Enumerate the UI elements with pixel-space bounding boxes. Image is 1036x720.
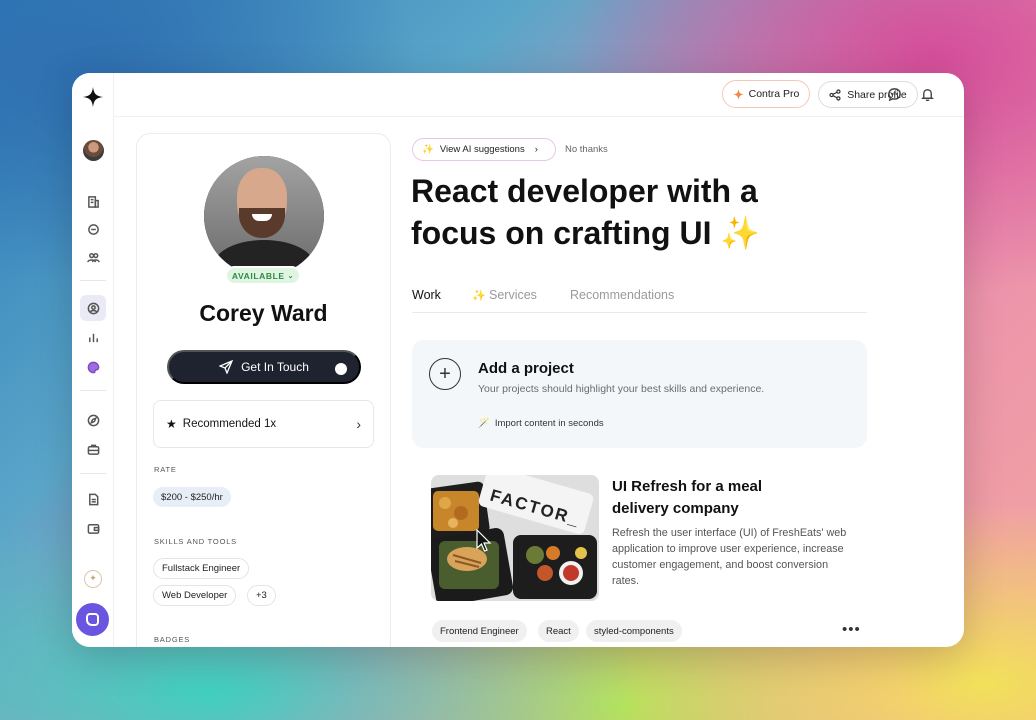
chat-circle-icon — [87, 223, 99, 235]
project-tag[interactable]: Frontend Engineer — [432, 620, 527, 642]
people-icon — [86, 252, 100, 262]
tab-work[interactable]: Work — [412, 288, 441, 302]
more-skills-pill[interactable]: +3 — [247, 585, 276, 606]
import-content-label: Import content in seconds — [494, 418, 604, 429]
sidebar-divider — [80, 390, 106, 391]
sparkles-icon: ✨ — [422, 144, 434, 155]
rate-heading: RATE — [154, 465, 177, 474]
project-thumbnail[interactable]: FACTOR_ — [431, 475, 599, 601]
sidebar-item-wallet[interactable] — [81, 516, 105, 540]
profile-name: Corey Ward — [199, 300, 328, 326]
contra-seal-icon: ✦ — [84, 570, 102, 588]
recommended-row[interactable]: ★ Recommended 1x › — [153, 400, 374, 448]
chat-icon — [887, 87, 901, 101]
more-options-icon[interactable]: ••• — [842, 621, 861, 638]
user-avatar[interactable] — [83, 140, 104, 161]
plus-icon[interactable]: + — [429, 358, 461, 390]
sidebar-divider — [80, 280, 106, 281]
profile-icon — [87, 302, 99, 314]
sidebar-item-profile[interactable] — [80, 295, 106, 321]
mouse-cursor-icon — [476, 529, 492, 552]
profile-card: AVAILABLE ⌄ Corey Ward Get In Touch ★ Re… — [136, 133, 391, 647]
tab-services[interactable]: Services — [489, 288, 537, 302]
rate-value: $200 - $250/hr — [153, 487, 231, 507]
wallet-icon — [87, 523, 99, 534]
availability-badge[interactable]: AVAILABLE ⌄ — [225, 266, 301, 285]
sidebar-item-community[interactable] — [81, 217, 105, 241]
meal-containers-image: FACTOR_ — [431, 475, 599, 601]
sidebar-item-discover[interactable] — [81, 408, 105, 432]
ai-suggestions-label: View AI suggestions — [439, 144, 525, 155]
bar-chart-icon — [88, 333, 98, 342]
sparkle-icon — [732, 88, 744, 100]
toggle-knob — [335, 363, 347, 375]
notifications-button[interactable] — [918, 85, 936, 103]
profile-headline: React developer with a focus on crafting… — [411, 173, 761, 251]
project-tag[interactable]: styled-components — [586, 620, 682, 642]
skill-pill[interactable]: Fullstack Engineer — [153, 558, 250, 579]
message-icon — [86, 613, 99, 626]
sidebar-item-companies[interactable] — [81, 189, 105, 213]
app-window: ✦ Contra Pro Share profile 9+ AVAIL — [72, 73, 964, 647]
top-bar: Contra Pro Share profile 9+ — [114, 73, 964, 117]
sidebar: ✦ — [72, 73, 114, 647]
chevron-right-icon: › — [534, 144, 538, 155]
project-title[interactable]: UI Refresh for a meal delivery company — [612, 476, 812, 520]
contra-logo-icon[interactable] — [83, 87, 103, 107]
contra-pro-label: Contra Pro — [748, 88, 800, 100]
bell-icon — [920, 88, 934, 101]
contra-pro-button[interactable]: Contra Pro — [722, 80, 810, 108]
badges-heading: BADGES — [154, 635, 191, 644]
profile-tabs: Work ✨ Services Recommendations — [412, 288, 867, 313]
share-icon — [829, 88, 841, 101]
skill-pill[interactable]: Web Developer — [153, 585, 237, 606]
palette-icon — [87, 361, 99, 373]
add-project-subtitle: Your projects should highlight your best… — [478, 383, 765, 395]
project-tag[interactable]: React — [538, 620, 579, 642]
get-in-touch-label: Get In Touch — [241, 360, 309, 374]
support-chat-button[interactable] — [76, 603, 109, 636]
building-icon — [87, 195, 99, 208]
import-content-link[interactable]: 🪄 Import content in seconds — [478, 418, 604, 429]
document-icon — [88, 493, 98, 505]
add-project-title: Add a project — [478, 360, 574, 377]
sidebar-item-invoices[interactable] — [81, 487, 105, 511]
get-in-touch-button[interactable]: Get In Touch — [167, 350, 361, 384]
compass-icon — [87, 414, 99, 426]
magic-wand-icon: 🪄 — [478, 418, 490, 429]
paper-plane-icon — [219, 360, 234, 374]
tab-recommendations[interactable]: Recommendations — [570, 288, 674, 302]
star-icon: ★ — [166, 417, 177, 431]
briefcase-icon — [87, 444, 99, 455]
chevron-right-icon: › — [356, 416, 361, 432]
sidebar-divider — [80, 473, 106, 474]
view-ai-suggestions-button[interactable]: ✨ View AI suggestions › — [412, 138, 556, 161]
project-description: Refresh the user interface (UI) of Fresh… — [612, 527, 847, 587]
sidebar-item-brand[interactable] — [81, 355, 105, 379]
sidebar-item-network[interactable] — [81, 245, 105, 269]
profile-photo — [204, 156, 324, 276]
no-thanks-link[interactable]: No thanks — [565, 144, 608, 155]
sidebar-item-jobs[interactable] — [81, 437, 105, 461]
sidebar-item-analytics[interactable] — [81, 325, 105, 349]
chevron-down-icon: ⌄ — [287, 272, 295, 280]
recommended-label: Recommended 1x — [182, 418, 277, 430]
availability-label: AVAILABLE — [231, 270, 285, 281]
add-project-card[interactable]: + Add a project Your projects should hig… — [412, 340, 867, 448]
skills-heading: SKILLS AND TOOLS — [154, 537, 237, 546]
messages-button[interactable] — [885, 85, 903, 103]
share-profile-button[interactable]: Share profile — [818, 81, 918, 108]
sparkles-icon: ✨ — [472, 290, 486, 302]
